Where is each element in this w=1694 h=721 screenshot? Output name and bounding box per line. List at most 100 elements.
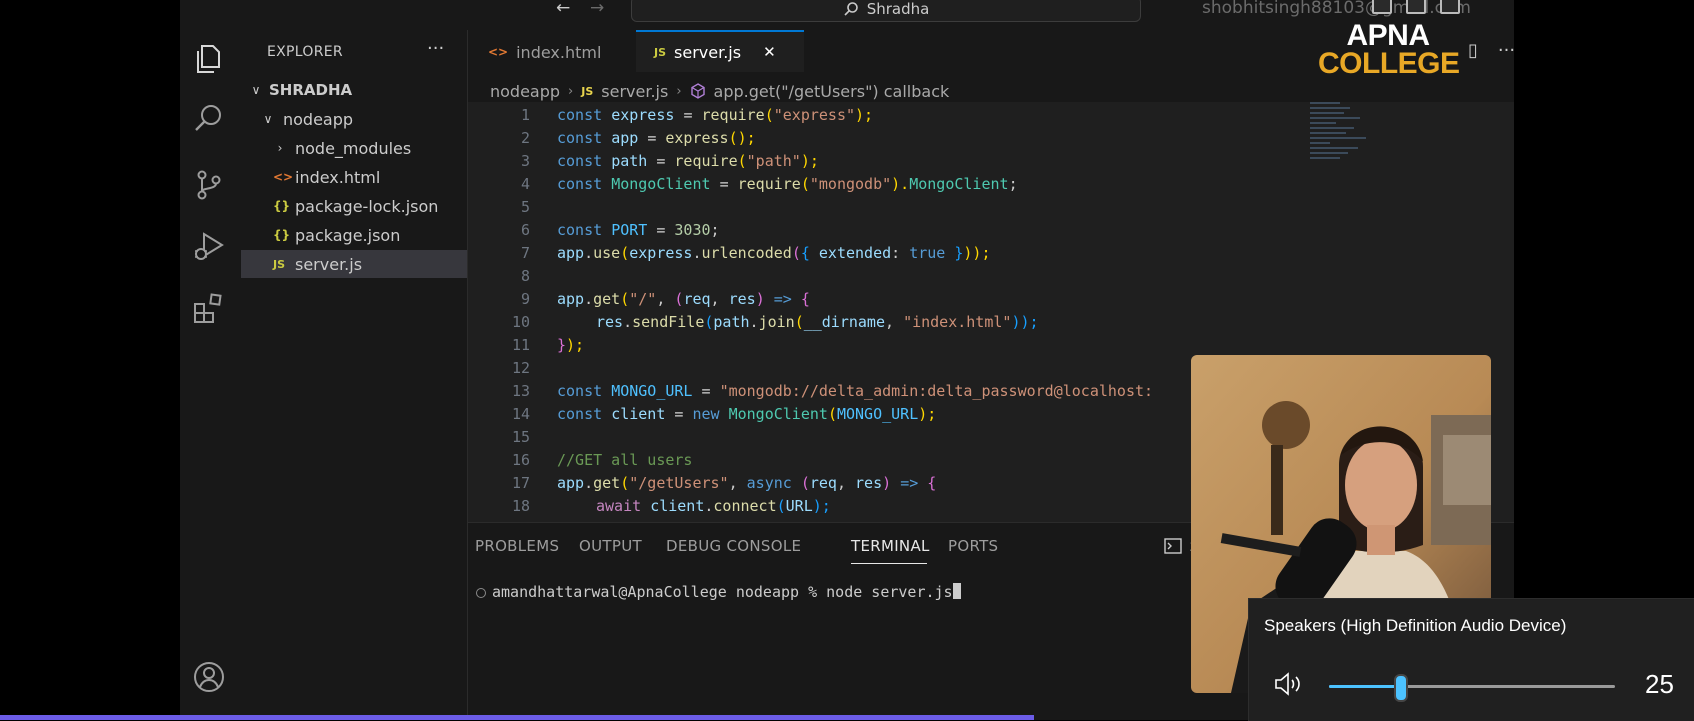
volume-slider[interactable] bbox=[1329, 674, 1615, 702]
search-icon[interactable] bbox=[192, 102, 226, 136]
explorer-sidebar: EXPLORER ··· ∨ SHRADHA ∨ nodeapp › node_… bbox=[241, 30, 468, 720]
line-number: 5 bbox=[520, 198, 530, 216]
account-icon[interactable] bbox=[192, 660, 226, 694]
code-text: const MongoClient = require("mongodb").M… bbox=[557, 175, 1018, 193]
tab-label: index.html bbox=[516, 42, 602, 62]
code-text: app.use(express.urlencoded({ extended: t… bbox=[557, 244, 991, 262]
code-line: 5 bbox=[468, 196, 1514, 219]
explorer-icon[interactable] bbox=[192, 42, 226, 76]
run-debug-icon[interactable] bbox=[192, 230, 226, 264]
code-text: await client.connect(URL); bbox=[596, 497, 831, 515]
code-text: const MONGO_URL = "mongodb://delta_admin… bbox=[557, 382, 1154, 400]
title-bar: ← → Shradha shobhitsingh88103@gmail.com bbox=[180, 0, 1514, 24]
line-number: 10 bbox=[511, 313, 530, 331]
tab-server-js[interactable]: JS server.js ✕ bbox=[636, 30, 804, 72]
tree-item-package-lock-json[interactable]: {} package-lock.json bbox=[241, 192, 467, 220]
tree-item-server-js[interactable]: JS server.js bbox=[241, 250, 467, 278]
chevron-right-icon: › bbox=[568, 83, 574, 99]
line-number: 2 bbox=[520, 129, 530, 147]
tab-problems[interactable]: PROBLEMS bbox=[475, 537, 559, 555]
editor-more-icon[interactable]: ··· bbox=[1498, 40, 1514, 61]
html-file-icon: <> bbox=[488, 45, 509, 59]
video-progress-bar[interactable] bbox=[0, 715, 1034, 720]
apna-college-logo: APNA COLLEGE bbox=[1318, 19, 1460, 80]
tab-ports[interactable]: PORTS bbox=[948, 537, 998, 555]
chevron-right-icon: › bbox=[277, 141, 283, 155]
forward-arrow-icon[interactable]: → bbox=[590, 0, 604, 17]
code-text: //GET all users bbox=[557, 451, 693, 469]
minimap[interactable] bbox=[1310, 102, 1380, 192]
breadcrumb-folder[interactable]: nodeapp bbox=[490, 82, 560, 101]
tree-item-index-html[interactable]: <> index.html bbox=[241, 163, 467, 191]
back-arrow-icon[interactable]: ← bbox=[556, 0, 570, 17]
line-number: 11 bbox=[511, 336, 530, 354]
split-editor-icon[interactable]: ▯ bbox=[1468, 40, 1478, 61]
code-line: 6 const PORT = 3030; bbox=[468, 219, 1514, 242]
json-file-icon: {} bbox=[273, 199, 291, 213]
tree-item-package-json[interactable]: {} package.json bbox=[241, 221, 467, 249]
terminal-prompt: amandhattarwal@ApnaCollege nodeapp % bbox=[492, 583, 827, 601]
search-icon bbox=[844, 2, 858, 16]
activity-bar bbox=[180, 30, 241, 720]
code-line: 9 app.get("/", (req, res) => { bbox=[468, 288, 1514, 311]
code-text: const path = require("path"); bbox=[557, 152, 819, 170]
audio-device-label[interactable]: Speakers (High Definition Audio Device) bbox=[1264, 616, 1566, 636]
terminal-output[interactable]: amandhattarwal@ApnaCollege nodeapp % nod… bbox=[476, 583, 961, 601]
volume-slider-thumb[interactable] bbox=[1393, 674, 1408, 702]
speaker-icon[interactable] bbox=[1273, 671, 1307, 697]
code-line: 11}); bbox=[468, 334, 1514, 357]
code-text: }); bbox=[557, 336, 585, 354]
tab-terminal[interactable]: TERMINAL bbox=[851, 537, 930, 555]
code-line: 8 bbox=[468, 265, 1514, 288]
breadcrumb-file[interactable]: server.js bbox=[601, 82, 668, 101]
toggle-sidebar-icon[interactable] bbox=[1372, 0, 1392, 14]
js-file-icon: JS bbox=[654, 45, 667, 59]
code-text: const express = require("express"); bbox=[557, 106, 874, 124]
chevron-down-icon: ∨ bbox=[251, 83, 261, 97]
workspace-root[interactable]: ∨ SHRADHA bbox=[241, 76, 467, 104]
line-number: 17 bbox=[511, 474, 530, 492]
tree-item-label: nodeapp bbox=[283, 109, 354, 129]
extensions-icon[interactable] bbox=[192, 292, 226, 326]
js-file-icon: JS bbox=[273, 257, 286, 271]
code-line: 7 app.use(express.urlencoded({ extended: … bbox=[468, 242, 1514, 265]
chevron-down-icon: ∨ bbox=[263, 112, 273, 126]
code-text: const client = new MongoClient(MONGO_URL… bbox=[557, 405, 937, 423]
line-number: 6 bbox=[520, 221, 530, 239]
line-number: 15 bbox=[511, 428, 530, 446]
tab-debug-console[interactable]: DEBUG CONSOLE bbox=[666, 537, 801, 555]
terminal-command: node server.js bbox=[826, 583, 953, 601]
tree-item-label: server.js bbox=[295, 254, 363, 274]
tab-label: server.js bbox=[674, 42, 742, 62]
symbol-method-icon bbox=[690, 83, 705, 99]
toggle-secondary-sidebar-icon[interactable] bbox=[1440, 0, 1460, 14]
line-number: 9 bbox=[520, 290, 530, 308]
volume-flyout: Speakers (High Definition Audio Device) … bbox=[1248, 598, 1694, 721]
tree-item-node-modules[interactable]: › node_modules bbox=[241, 134, 467, 162]
tree-item-label: index.html bbox=[295, 167, 381, 187]
active-tab-indicator bbox=[851, 563, 927, 564]
code-text: res.sendFile(path.join(__dirname, "index… bbox=[596, 313, 1039, 331]
workspace-root-label: SHRADHA bbox=[269, 81, 353, 99]
source-control-icon[interactable] bbox=[192, 168, 226, 202]
code-text: const PORT = 3030; bbox=[557, 221, 720, 239]
breadcrumb-symbol[interactable]: app.get("/getUsers") callback bbox=[714, 82, 950, 101]
explorer-title: EXPLORER bbox=[267, 44, 343, 60]
tree-item-label: package-lock.json bbox=[295, 196, 439, 216]
close-icon[interactable]: ✕ bbox=[763, 43, 776, 61]
chevron-right-icon: › bbox=[676, 83, 682, 99]
explorer-more-icon[interactable]: ··· bbox=[427, 38, 444, 59]
code-text: const app = express(); bbox=[557, 129, 756, 147]
html-file-icon: <> bbox=[273, 170, 294, 184]
json-file-icon: {} bbox=[273, 228, 291, 242]
tab-index-html[interactable]: <> index.html bbox=[468, 30, 636, 74]
window-layout-controls[interactable] bbox=[1372, 0, 1460, 14]
line-number: 8 bbox=[520, 267, 530, 285]
line-number: 4 bbox=[520, 175, 530, 193]
tree-item-label: node_modules bbox=[295, 138, 412, 158]
breadcrumb: nodeapp › JS server.js › app.get("/getUs… bbox=[490, 80, 949, 102]
toggle-panel-icon[interactable] bbox=[1406, 0, 1426, 14]
command-center[interactable]: Shradha bbox=[631, 0, 1141, 22]
tree-item-nodeapp[interactable]: ∨ nodeapp bbox=[241, 105, 467, 133]
tab-output[interactable]: OUTPUT bbox=[579, 537, 642, 555]
